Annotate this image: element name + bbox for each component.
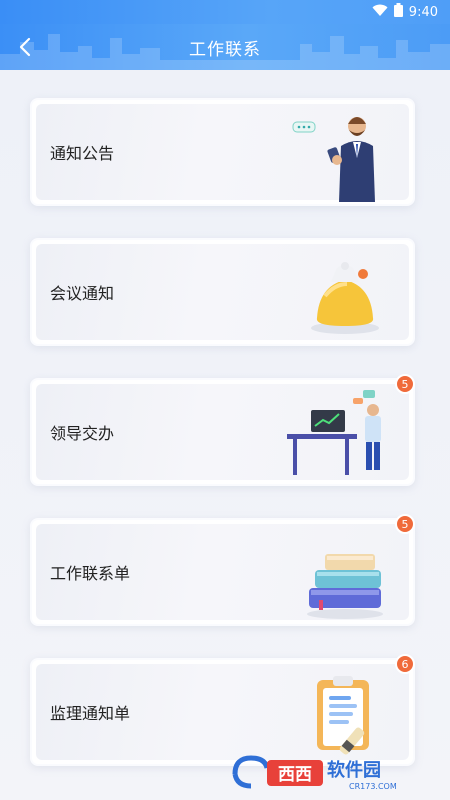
top-app-bar: 工作联系 xyxy=(0,24,450,70)
card-label: 通知公告 xyxy=(50,144,115,163)
desk-worker-illustration xyxy=(287,390,381,475)
bell-illustration xyxy=(311,262,379,334)
clipboard-illustration xyxy=(317,676,369,755)
card-label: 会议通知 xyxy=(50,284,115,303)
svg-text:西西: 西西 xyxy=(278,765,312,785)
card-leader-assignment[interactable]: 领导交办 5 xyxy=(30,374,415,486)
card-label: 领导交办 xyxy=(50,424,115,443)
wifi-icon xyxy=(372,4,388,21)
card-notice[interactable]: 通知公告 xyxy=(30,98,415,206)
card-supervision-notice[interactable]: 监理通知单 6 xyxy=(30,654,415,766)
card-list: 通知公告 会议通知 领导交办 5 工作联系单 5 监理通知单 6 西西 软件园 … xyxy=(0,70,450,800)
book-stack-illustration xyxy=(307,554,383,619)
page-title: 工作联系 xyxy=(189,39,261,60)
card-meeting[interactable]: 会议通知 xyxy=(30,238,415,346)
svg-text:CR173.COM: CR173.COM xyxy=(349,782,397,791)
card-label: 工作联系单 xyxy=(50,564,131,583)
card-work-contact-form[interactable]: 工作联系单 5 xyxy=(30,514,415,626)
businessman-phone-illustration xyxy=(292,117,375,202)
card-label: 监理通知单 xyxy=(50,704,131,723)
status-time: 9:40 xyxy=(408,4,438,20)
unread-count-badge: 5 xyxy=(395,374,415,394)
battery-icon xyxy=(393,3,403,21)
unread-count-badge: 6 xyxy=(395,654,415,674)
status-bar: 9:40 xyxy=(0,0,450,24)
svg-text:软件园: 软件园 xyxy=(327,759,381,781)
site-logo-watermark: 西西 软件园 CR173.COM xyxy=(232,755,397,791)
unread-count-badge: 5 xyxy=(395,514,415,534)
